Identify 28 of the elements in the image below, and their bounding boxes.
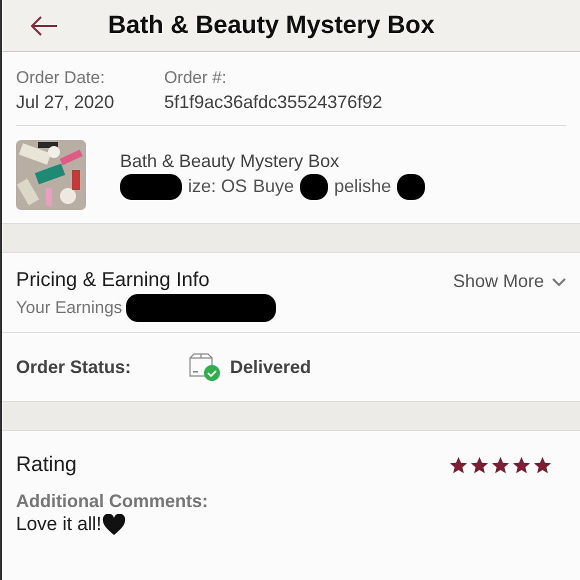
comments-label: Additional Comments: (16, 491, 209, 512)
item-title: Bath & Beauty Mystery Box (120, 150, 340, 172)
item-buyer: pelishe (334, 176, 392, 197)
comment-text: Love it all! (16, 514, 102, 536)
redaction-mark (300, 174, 328, 200)
redaction-mark (397, 174, 426, 200)
order-number: 5f1f9ac36afdc35524376f92 (164, 92, 382, 113)
star-icon (449, 456, 468, 474)
star-icon (491, 456, 510, 474)
star-icon (512, 456, 531, 474)
page-title: Bath & Beauty Mystery Box (108, 11, 434, 40)
order-status-label: Order Status: (16, 356, 132, 378)
order-status-value: Delivered (230, 356, 312, 378)
star-icon (533, 456, 552, 474)
item-size: ize: OS (188, 176, 248, 197)
heart-icon (102, 514, 126, 536)
pricing-title: Pricing & Earning Info (16, 269, 210, 292)
show-more-button[interactable]: Show More (452, 269, 566, 294)
rating-title: Rating (16, 453, 77, 477)
order-date: Jul 27, 2020 (16, 92, 114, 113)
star-icon (470, 456, 489, 474)
chevron-down-icon (552, 276, 566, 286)
redaction-mark (120, 174, 182, 200)
back-arrow-icon[interactable] (30, 16, 58, 36)
item-buyer-label: Buye (253, 176, 294, 197)
order-number-label: Order #: (164, 68, 228, 88)
earnings-text: Your Earnings (16, 298, 122, 318)
order-date-label: Order Date: (16, 68, 106, 88)
